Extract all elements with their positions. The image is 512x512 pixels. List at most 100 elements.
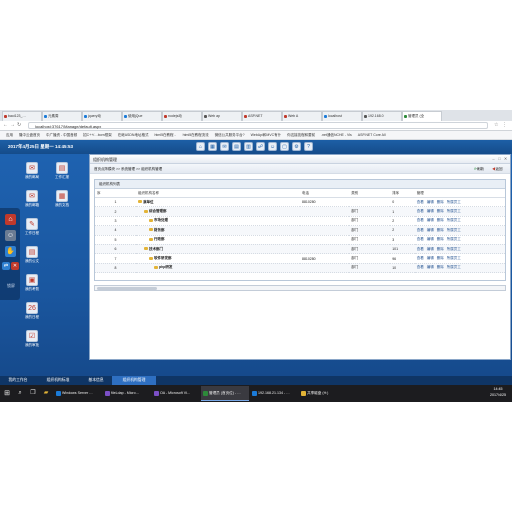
home-icon[interactable]: ⌂ [5, 214, 16, 225]
edit-link[interactable]: 编辑 [427, 209, 434, 213]
footer-tab[interactable]: 组织机构管理 [112, 376, 156, 385]
members-link[interactable]: 所属员工 [447, 256, 461, 260]
table-row[interactable]: 5 行政部 部门 3 查看 编辑 删除 所属员工 [95, 235, 505, 245]
chart-icon[interactable]: ▥ [244, 142, 253, 151]
view-link[interactable]: 查看 [417, 218, 424, 222]
close-icon[interactable]: ✕ [11, 262, 19, 270]
org-name[interactable]: php研发 [159, 265, 172, 269]
delete-link[interactable]: 删除 [437, 237, 444, 241]
desktop-icon-my-mail[interactable]: ✉ 我的邮局 [22, 162, 42, 180]
desktop-icon-work-report[interactable]: ▤ 工作汇报 [52, 162, 72, 180]
column-header[interactable]: 类别 [349, 189, 391, 198]
members-link[interactable]: 所属员工 [447, 200, 461, 204]
browser-tab[interactable]: ASP.NET [242, 111, 282, 121]
browser-tab[interactable]: localhost [322, 111, 362, 121]
browser-tab[interactable]: baoi123_… [2, 111, 42, 121]
delete-link[interactable]: 删除 [437, 209, 444, 213]
start-icon[interactable]: ⊞ [0, 386, 14, 401]
org-name[interactable]: 行政部 [154, 237, 165, 241]
bookmark-item[interactable]: WebApi和MVC有什 [251, 133, 281, 137]
minimize-icon[interactable] [491, 311, 496, 316]
delete-link[interactable]: 删除 [437, 228, 444, 232]
desktop-icon-work-schedule[interactable]: ✎ 工作日程 [22, 218, 42, 236]
delete-link[interactable]: 删除 [437, 200, 444, 204]
browser-tab[interactable]: 管理员 (全 [402, 111, 442, 121]
browser-tab[interactable]: 元素周 [42, 111, 82, 121]
close-window-icon[interactable]: ✕ [503, 156, 508, 161]
help-icon[interactable]: ? [304, 142, 313, 151]
bookmark-item[interactable]: 隆中云盘首页 [19, 133, 40, 137]
org-name[interactable]: 演单位 [143, 200, 154, 204]
members-link[interactable]: 所属员工 [447, 265, 461, 269]
org-name[interactable]: 财务部 [154, 228, 165, 232]
members-link[interactable]: 所属员工 [447, 247, 461, 251]
folder-icon[interactable]: ▤ [232, 142, 241, 151]
taskbar-item[interactable]: 管理员 (首页位) - … [201, 386, 249, 401]
view-link[interactable]: 查看 [417, 247, 424, 251]
edit-link[interactable]: 编辑 [427, 247, 434, 251]
view-link[interactable]: 查看 [417, 237, 424, 241]
footer-tab[interactable]: 基本信息 [80, 376, 112, 385]
bookmark-item[interactable]: .net通信NCHE - Vis [321, 133, 352, 137]
view-link[interactable]: 查看 [417, 200, 424, 204]
org-name[interactable]: 市场处理 [154, 218, 168, 222]
network-icon[interactable]: ☍ [256, 142, 265, 151]
column-header[interactable]: 管理 [414, 189, 505, 198]
bookmark-item[interactable]: 应用 [6, 133, 13, 137]
bookmark-item[interactable]: html5在教程流流 [183, 133, 209, 137]
desktop-icon-my-official-docs[interactable]: ▤ 我的公文 [22, 246, 42, 264]
table-row[interactable]: 2 综合管理部 部门 1 查看 编辑 删除 所属员工 [95, 206, 505, 217]
task-view-icon[interactable]: ❐ [27, 386, 39, 401]
table-row[interactable]: 8 php研发 部门 10 查看 编辑 删除 所属员工 [95, 263, 505, 274]
url-field[interactable]: localhost:37617/Manage/default.aspx [28, 122, 488, 129]
delete-link[interactable]: 删除 [437, 247, 444, 251]
view-link[interactable]: 查看 [417, 256, 424, 260]
table-row[interactable]: 1 演单位 8810280 0 查看 编辑 删除 所属员工 [95, 197, 505, 208]
lock-button[interactable]: 锁屏 [5, 280, 17, 291]
bookmark-item[interactable]: html5在教程 - [154, 133, 176, 137]
desktop-icon-my-mailbox[interactable]: ✉ 我的邮箱 [22, 190, 42, 208]
bookmark-item[interactable]: 在继ASDN地址格式 [118, 133, 149, 137]
bookmark-item[interactable]: 你这接技程和要前 [287, 133, 315, 137]
app-icon[interactable]: ▦ [208, 142, 217, 151]
taskbar-item[interactable]: fileLdap - Micro… [103, 386, 151, 401]
window-icon[interactable]: ▢ [280, 142, 289, 151]
back-arrow-icon[interactable]: ← [3, 123, 8, 128]
edit-link[interactable]: 编辑 [427, 237, 434, 241]
members-link[interactable]: 所属员工 [447, 237, 461, 241]
bookmark-item[interactable]: 微信公共服务平台? [215, 133, 245, 137]
desktop-icon-my-attendance[interactable]: ▣ 我的考勤 [22, 274, 42, 292]
browser-tab[interactable]: Web A [282, 111, 322, 121]
browser-tab[interactable]: 使用jQue [122, 111, 162, 121]
table-row[interactable]: 7 软件研发部 8810280 部门 96 查看 编辑 删除 所属员工 [95, 253, 505, 264]
taskbar-item[interactable]: OA - Microsoft Vi… [152, 386, 200, 401]
bookmark-item[interactable]: ASP.NET Core All [358, 133, 386, 137]
column-header[interactable]: 电话 [300, 189, 350, 198]
hand-icon[interactable]: ✋ [5, 246, 16, 257]
taskbar-item[interactable]: 共享磁盘 (H:) [299, 386, 347, 401]
browser-tab[interactable]: jquery动 [82, 111, 122, 121]
edit-link[interactable]: 编辑 [427, 265, 434, 269]
table-row[interactable]: 3 市场处理 部门 2 查看 编辑 删除 所属员工 [95, 216, 505, 227]
bookmark-item[interactable]: 中广播资 - 中国音频 [46, 133, 77, 137]
org-name[interactable]: 综合管理部 [149, 209, 167, 213]
desktop-icon-my-calendar[interactable]: 26 我的日程 [22, 302, 42, 320]
desktop-icon-my-approval[interactable]: ☑ 我的审批 [22, 330, 42, 348]
footer-tab[interactable]: 我的工作台 [0, 376, 36, 385]
star-icon[interactable]: ☆ [494, 123, 498, 128]
column-header[interactable]: 序 [95, 189, 136, 198]
home-icon[interactable]: ⌂ [196, 142, 205, 151]
members-link[interactable]: 所属员工 [447, 228, 461, 232]
minimize-icon[interactable]: – [491, 156, 496, 161]
horizontal-scrollbar[interactable] [94, 285, 506, 291]
back-button[interactable]: ◀返回 [492, 164, 503, 174]
delete-link[interactable]: 删除 [437, 218, 444, 222]
reload-icon[interactable]: ↻ [17, 123, 21, 128]
system-clock[interactable]: 14:45 2017/4/25 [490, 387, 506, 398]
table-row[interactable]: 6 技术部门 部门 101 查看 编辑 删除 所属员工 [95, 244, 505, 255]
browser-tab[interactable]: Web ap [202, 111, 242, 121]
exchange-icon[interactable]: ⇄ [2, 262, 10, 270]
members-link[interactable]: 所属员工 [447, 209, 461, 213]
view-link[interactable]: 查看 [417, 228, 424, 232]
edit-link[interactable]: 编辑 [427, 228, 434, 232]
